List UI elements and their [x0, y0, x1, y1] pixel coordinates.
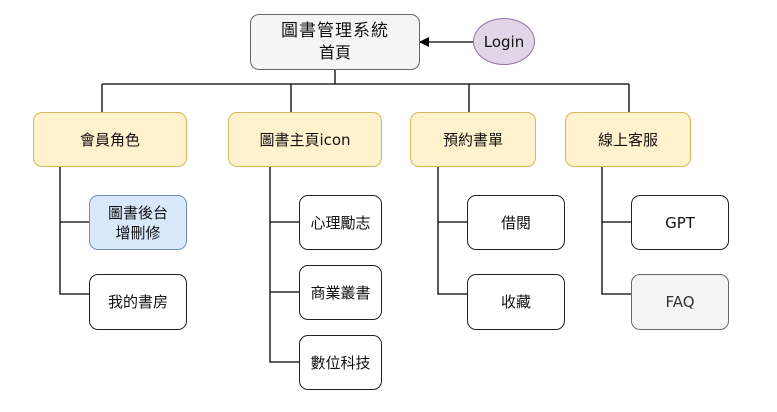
- category-label: 會員角色: [79, 130, 140, 149]
- sitemap-diagram: 圖書管理系統 首頁 Login 會員角色 圖書主頁icon 預約書單 線上客服 …: [0, 0, 777, 412]
- child-label: 心理勵志: [310, 213, 371, 232]
- child-label: 收藏: [500, 293, 531, 311]
- child-gpt[interactable]: GPT: [631, 195, 729, 250]
- child-psychology[interactable]: 心理勵志: [299, 195, 382, 250]
- child-label: 借閱: [500, 213, 531, 232]
- child-digital-tech[interactable]: 數位科技: [299, 335, 382, 390]
- branch-line-4: [601, 167, 631, 295]
- child-label: 圖書後台 增刪修: [107, 203, 168, 242]
- login-label: Login: [483, 32, 525, 51]
- child-label: FAQ: [665, 293, 695, 311]
- category-label: 線上客服: [597, 130, 658, 149]
- category-member-role[interactable]: 會員角色: [33, 112, 187, 167]
- child-business[interactable]: 商業叢書: [299, 265, 382, 320]
- child-label: 我的書房: [107, 293, 168, 311]
- root-title: 圖書管理系統: [281, 21, 389, 41]
- child-faq[interactable]: FAQ: [631, 274, 729, 330]
- branch-line-2: [269, 167, 299, 363]
- branch-line-1: [59, 167, 89, 295]
- category-reservation-list[interactable]: 預約書單: [410, 112, 536, 167]
- child-label: 商業叢書: [310, 283, 371, 302]
- child-label: GPT: [665, 213, 695, 232]
- login-node[interactable]: Login: [473, 18, 535, 65]
- root-node[interactable]: 圖書管理系統 首頁: [250, 14, 420, 70]
- child-favorites[interactable]: 收藏: [467, 274, 565, 330]
- child-label: 數位科技: [310, 353, 371, 372]
- category-book-home-icon[interactable]: 圖書主頁icon: [228, 112, 382, 167]
- branch-line-3: [437, 167, 467, 295]
- child-borrow[interactable]: 借閱: [467, 195, 565, 250]
- child-my-study[interactable]: 我的書房: [89, 274, 187, 330]
- category-online-support[interactable]: 線上客服: [565, 112, 691, 167]
- category-label: 預約書單: [442, 130, 503, 149]
- root-subtitle: 首頁: [318, 43, 351, 62]
- child-admin-crud[interactable]: 圖書後台 增刪修: [89, 195, 187, 250]
- category-label: 圖書主頁icon: [259, 130, 351, 149]
